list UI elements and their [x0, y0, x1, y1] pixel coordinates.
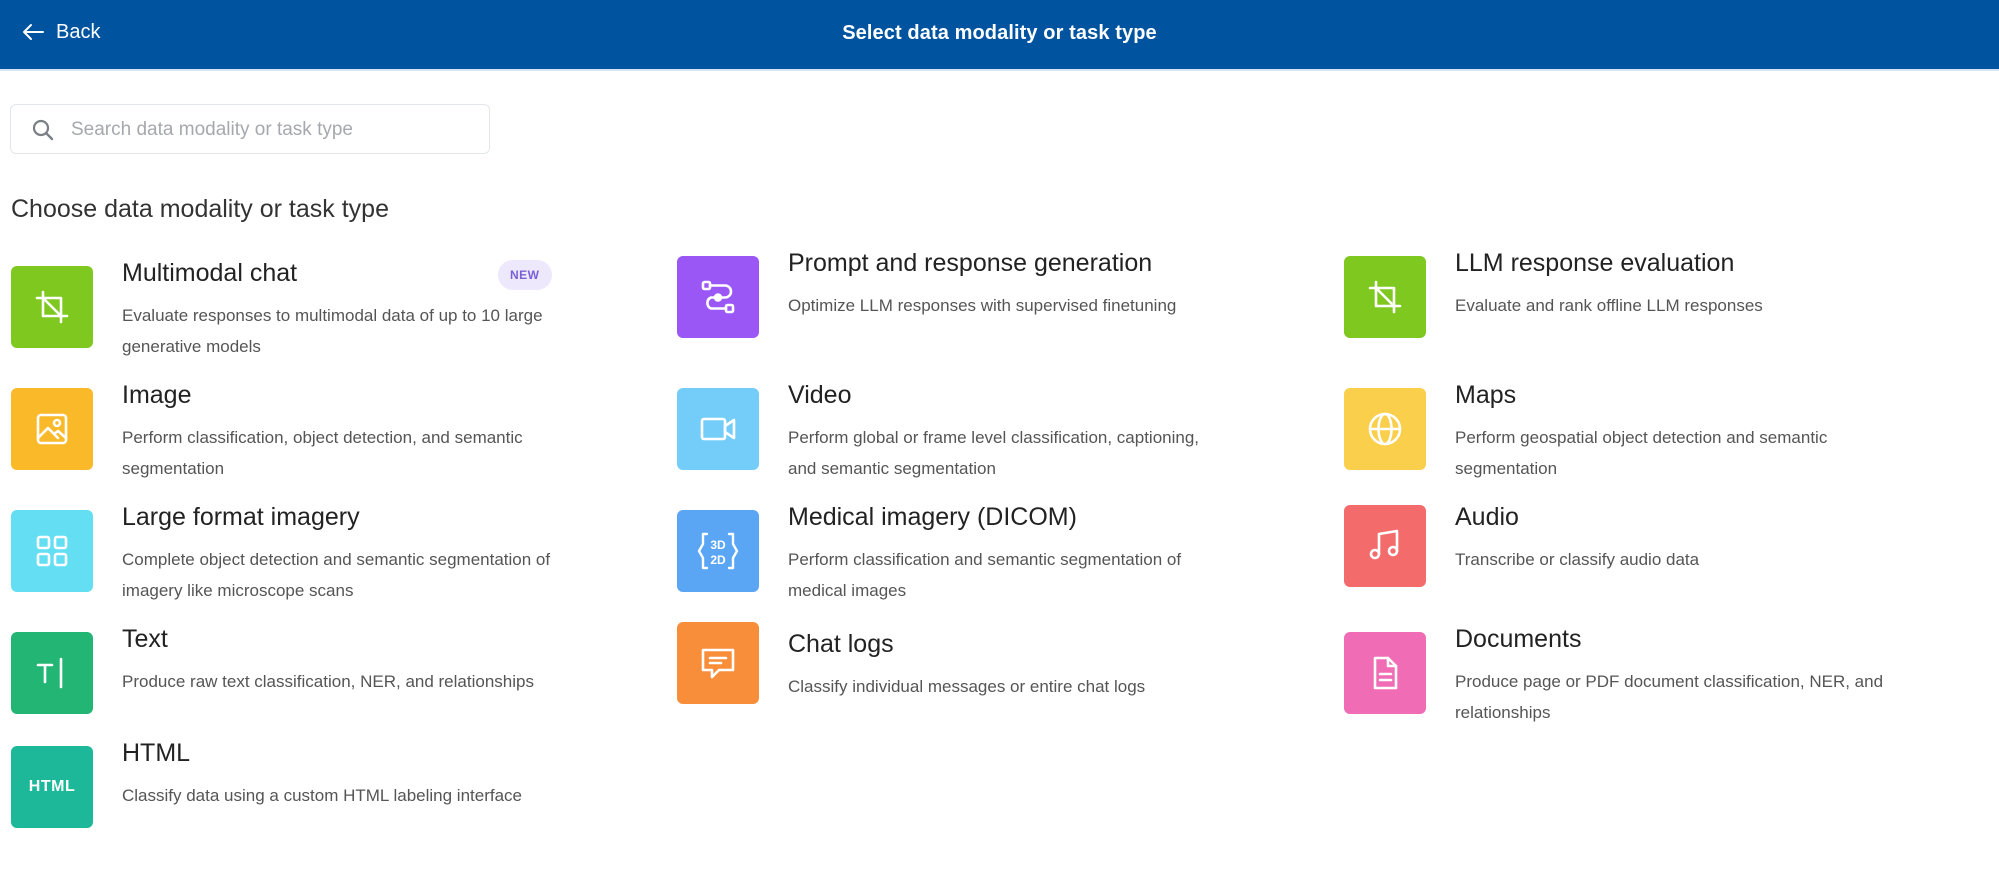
search-input[interactable]: [69, 113, 483, 147]
section-heading: Choose data modality or task type: [11, 195, 389, 223]
card-text[interactable]: Text Produce raw text classification, NE…: [11, 625, 611, 742]
document-icon: [1344, 632, 1426, 714]
search-box: [10, 104, 490, 154]
svg-text:3D: 3D: [710, 538, 726, 552]
card-title: Maps: [1455, 381, 1517, 409]
card-description: Perform geospatial object detection and …: [1455, 428, 1828, 478]
crop-frame-icon: [1344, 256, 1426, 338]
card-description: Optimize LLM responses with supervised f…: [788, 296, 1177, 315]
card-description: Produce page or PDF document classificat…: [1455, 672, 1884, 722]
card-title: HTML: [122, 739, 191, 767]
card-documents[interactable]: Documents Produce page or PDF document c…: [1344, 625, 1944, 742]
card-description: Perform global or frame level classifica…: [788, 428, 1200, 478]
chat-bubble-icon: [677, 622, 759, 704]
video-camera-icon: [677, 388, 759, 470]
new-badge: NEW: [498, 260, 552, 290]
3d-2d-icon: 3D 2D: [677, 510, 759, 592]
card-title: Image: [122, 381, 192, 409]
page-title: Select data modality or task type: [842, 21, 1157, 44]
music-note-icon: [1344, 505, 1426, 587]
image-icon: [11, 388, 93, 470]
card-title: Prompt and response generation: [788, 249, 1153, 277]
card-title: Chat logs: [788, 630, 894, 658]
card-audio[interactable]: Audio Transcribe or classify audio data: [1344, 503, 1944, 615]
svg-text:2D: 2D: [710, 553, 726, 567]
card-large-format-imagery[interactable]: Large format imagery Complete object det…: [11, 503, 611, 620]
card-title: Large format imagery: [122, 503, 360, 531]
card-description: Complete object detection and semantic s…: [122, 550, 551, 600]
crop-frame-icon: [11, 266, 93, 348]
grid-tiles-icon: [11, 510, 93, 592]
card-llm-response-evaluation[interactable]: LLM response evaluation Evaluate and ran…: [1344, 249, 1944, 366]
card-description: Classify data using a custom HTML labeli…: [122, 786, 522, 805]
card-title: LLM response evaluation: [1455, 249, 1735, 277]
card-html[interactable]: HTML HTML Classify data using a custom H…: [11, 739, 611, 856]
card-title: Video: [788, 381, 852, 409]
card-description: Transcribe or classify audio data: [1455, 550, 1700, 569]
card-description: Perform classification and semantic segm…: [788, 550, 1182, 600]
card-video[interactable]: Video Perform global or frame level clas…: [677, 381, 1277, 498]
card-description: Evaluate responses to multimodal data of…: [122, 306, 543, 356]
card-image[interactable]: Image Perform classification, object det…: [11, 381, 611, 498]
card-title: Text: [122, 625, 168, 653]
card-title: Multimodal chat: [122, 259, 298, 287]
card-multimodal-chat[interactable]: Multimodal chat NEW Evaluate responses t…: [11, 259, 611, 376]
card-prompt-response-generation[interactable]: Prompt and response generation Optimize …: [677, 249, 1277, 366]
card-maps[interactable]: Maps Perform geospatial object detection…: [1344, 381, 1944, 498]
text-cursor-icon: [11, 632, 93, 714]
card-title: Audio: [1455, 503, 1519, 531]
card-description: Evaluate and rank offline LLM responses: [1455, 296, 1763, 315]
prompt-flow-icon: [677, 256, 759, 338]
card-description: Produce raw text classification, NER, an…: [122, 672, 534, 691]
card-medical-imagery-dicom[interactable]: 3D 2D Medical imagery (DICOM) Perform cl…: [677, 503, 1277, 620]
card-title: Documents: [1455, 625, 1582, 653]
card-chat-logs[interactable]: Chat logs Classify individual messages o…: [677, 622, 1277, 732]
globe-icon: [1344, 388, 1426, 470]
card-title: Medical imagery (DICOM): [788, 503, 1077, 531]
html-icon: HTML: [11, 746, 93, 828]
card-description: Classify individual messages or entire c…: [788, 677, 1146, 696]
html-icon-label: HTML: [28, 778, 76, 795]
top-bar: Back Select data modality or task type: [0, 0, 1999, 71]
search-icon: [32, 119, 54, 141]
card-description: Perform classification, object detection…: [122, 428, 523, 478]
